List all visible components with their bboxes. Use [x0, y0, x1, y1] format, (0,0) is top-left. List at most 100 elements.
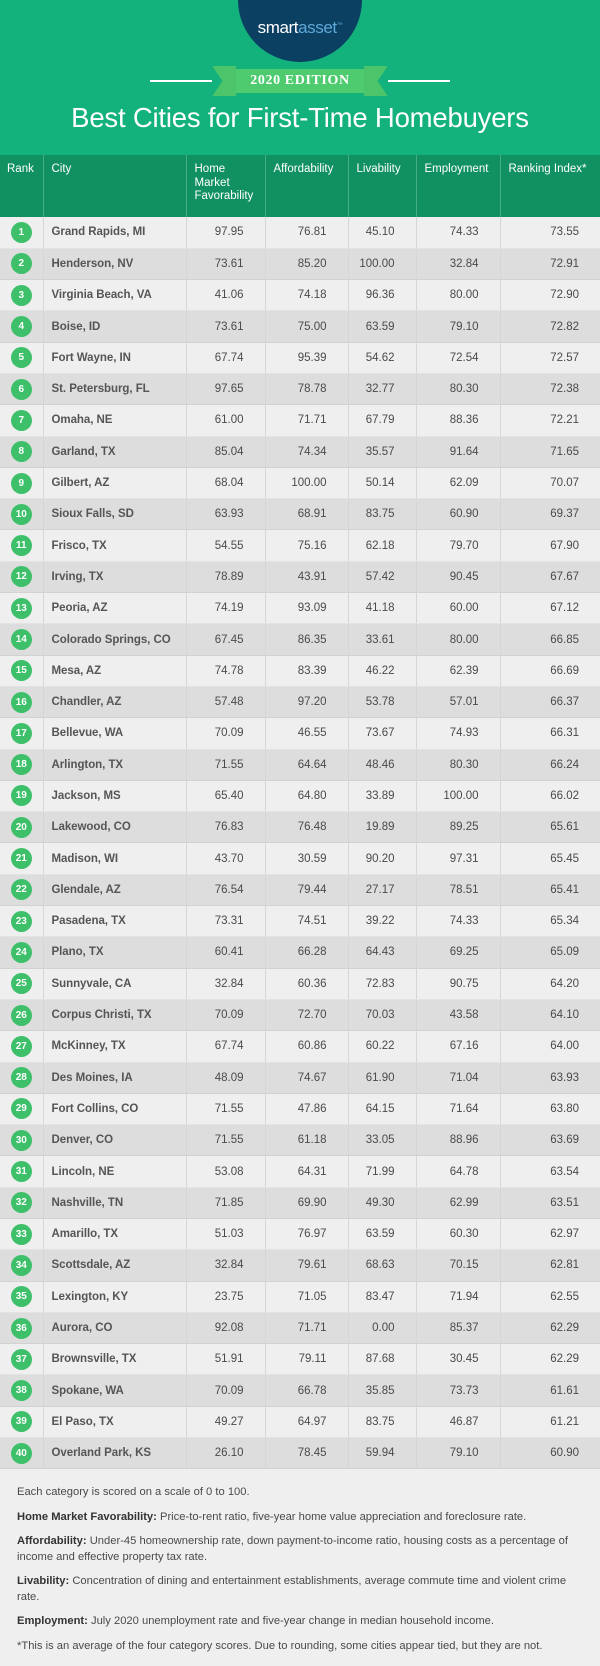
rank-cell: 25 — [0, 968, 44, 1000]
employment-cell: 88.96 — [416, 1124, 501, 1157]
ranking-index-cell: 67.90 — [500, 529, 600, 562]
livability-cell: 71.99 — [348, 1155, 417, 1188]
ranking-index-cell: 64.20 — [500, 968, 600, 1000]
footnote-line: Home Market Favorability: Price-to-rent … — [17, 1510, 583, 1526]
employment-cell: 90.45 — [416, 561, 501, 594]
rank-cell: 5 — [0, 342, 44, 374]
affordability-cell: 69.90 — [265, 1187, 349, 1220]
table-header-row: Rank City Home Market Favorability Affor… — [0, 155, 600, 217]
employment-cell: 89.25 — [416, 811, 501, 844]
rank-cell: 19 — [0, 780, 44, 813]
rank-badge: 18 — [10, 754, 32, 776]
ranking-index-cell: 65.61 — [500, 811, 600, 844]
livability-cell: 70.03 — [348, 999, 417, 1032]
rank-badge: 40 — [10, 1442, 32, 1464]
home-market-cell: 63.93 — [186, 498, 266, 531]
city-cell: Sioux Falls, SD — [43, 498, 187, 531]
table-row: 37 Brownsville, TX 51.91 79.11 87.68 30.45 62.… — [0, 1343, 600, 1376]
rank-badge: 17 — [10, 722, 32, 744]
ranking-index-cell: 64.10 — [500, 999, 600, 1032]
affordability-cell: 60.86 — [265, 1030, 349, 1063]
affordability-cell: 71.71 — [265, 1312, 349, 1345]
table-row: 36 Aurora, CO 92.08 71.71 0.00 85.37 62.29 — [0, 1312, 600, 1345]
footnote-line: Livability: Concentration of dining and … — [17, 1574, 583, 1605]
rank-badge: 13 — [10, 597, 32, 619]
rank-badge: 31 — [10, 1161, 32, 1183]
ribbon-tail-left-icon — [212, 66, 237, 96]
table-row: 1 Grand Rapids, MI 97.95 76.81 45.10 74.33 73.… — [0, 217, 600, 249]
affordability-cell: 66.28 — [265, 936, 349, 969]
affordability-cell: 78.45 — [265, 1437, 349, 1470]
rank-badge: 3 — [10, 284, 32, 306]
home-market-cell: 32.84 — [186, 968, 266, 1000]
logo-word-asset: asset — [298, 18, 337, 37]
livability-cell: 0.00 — [348, 1312, 417, 1345]
employment-cell: 85.37 — [416, 1312, 501, 1345]
affordability-cell: 79.44 — [265, 874, 349, 907]
footnote-text: Each category is scored on a scale of 0 … — [17, 1486, 250, 1499]
rank-cell: 2 — [0, 248, 44, 281]
ranking-index-cell: 72.21 — [500, 404, 600, 437]
ranking-index-cell: 69.37 — [500, 498, 600, 531]
city-cell: Fort Wayne, IN — [43, 342, 187, 374]
employment-cell: 74.33 — [416, 905, 501, 938]
rank-badge: 21 — [10, 848, 32, 870]
affordability-cell: 64.31 — [265, 1155, 349, 1188]
livability-cell: 33.05 — [348, 1124, 417, 1157]
livability-cell: 83.75 — [348, 1406, 417, 1439]
table-row: 29 Fort Collins, CO 71.55 47.86 64.15 71.64 63… — [0, 1093, 600, 1126]
rank-badge: 16 — [10, 691, 32, 713]
rank-badge: 27 — [10, 1035, 32, 1057]
city-cell: Madison, WI — [43, 842, 187, 875]
rank-cell: 34 — [0, 1249, 44, 1282]
affordability-cell: 78.78 — [265, 373, 349, 406]
affordability-cell: 100.00 — [265, 467, 349, 500]
rank-cell: 17 — [0, 717, 44, 750]
livability-cell: 33.61 — [348, 623, 417, 656]
employment-cell: 32.84 — [416, 248, 501, 281]
rank-badge: 12 — [10, 566, 32, 588]
livability-cell: 59.94 — [348, 1437, 417, 1470]
rank-cell: 26 — [0, 999, 44, 1032]
trademark-icon: ™ — [336, 22, 343, 29]
city-cell: Peoria, AZ — [43, 592, 187, 625]
livability-cell: 50.14 — [348, 467, 417, 500]
ranking-index-cell: 70.07 — [500, 467, 600, 500]
livability-cell: 27.17 — [348, 874, 417, 907]
city-cell: St. Petersburg, FL — [43, 373, 187, 406]
ranking-index-cell: 66.02 — [500, 780, 600, 813]
livability-cell: 83.47 — [348, 1281, 417, 1313]
home-market-cell: 67.74 — [186, 342, 266, 374]
employment-cell: 71.94 — [416, 1281, 501, 1313]
rank-badge: 7 — [10, 409, 32, 431]
rank-badge: 29 — [10, 1098, 32, 1120]
employment-cell: 80.00 — [416, 623, 501, 656]
rank-cell: 1 — [0, 217, 44, 249]
smartasset-logo: smartasset™ — [238, 0, 362, 62]
city-cell: Corpus Christi, TX — [43, 999, 187, 1032]
livability-cell: 57.42 — [348, 561, 417, 594]
rank-cell: 24 — [0, 936, 44, 969]
employment-cell: 100.00 — [416, 780, 501, 813]
rank-badge: 39 — [10, 1411, 32, 1433]
city-cell: Bellevue, WA — [43, 717, 187, 750]
ranking-index-cell: 73.55 — [500, 217, 600, 249]
employment-cell: 67.16 — [416, 1030, 501, 1063]
employment-cell: 60.90 — [416, 498, 501, 531]
affordability-cell: 86.35 — [265, 623, 349, 656]
footnote-text: July 2020 unemployment rate and five-yea… — [87, 1615, 494, 1628]
employment-cell: 79.10 — [416, 1437, 501, 1470]
city-cell: Chandler, AZ — [43, 686, 187, 719]
city-cell: Plano, TX — [43, 936, 187, 969]
footnote-label: Livability: — [17, 1575, 70, 1588]
affordability-cell: 71.05 — [265, 1281, 349, 1313]
employment-cell: 71.04 — [416, 1062, 501, 1094]
edition-ribbon: 2020 EDITION — [0, 66, 600, 96]
rank-cell: 30 — [0, 1124, 44, 1157]
city-cell: Sunnyvale, CA — [43, 968, 187, 1000]
footnote-text: Concentration of dining and entertainmen… — [17, 1575, 567, 1603]
livability-cell: 64.15 — [348, 1093, 417, 1126]
table-row: 9 Gilbert, AZ 68.04 100.00 50.14 62.09 70.07 — [0, 467, 600, 500]
ranking-index-cell: 65.41 — [500, 874, 600, 907]
table-row: 33 Amarillo, TX 51.03 76.97 63.59 60.30 62.97 — [0, 1218, 600, 1251]
